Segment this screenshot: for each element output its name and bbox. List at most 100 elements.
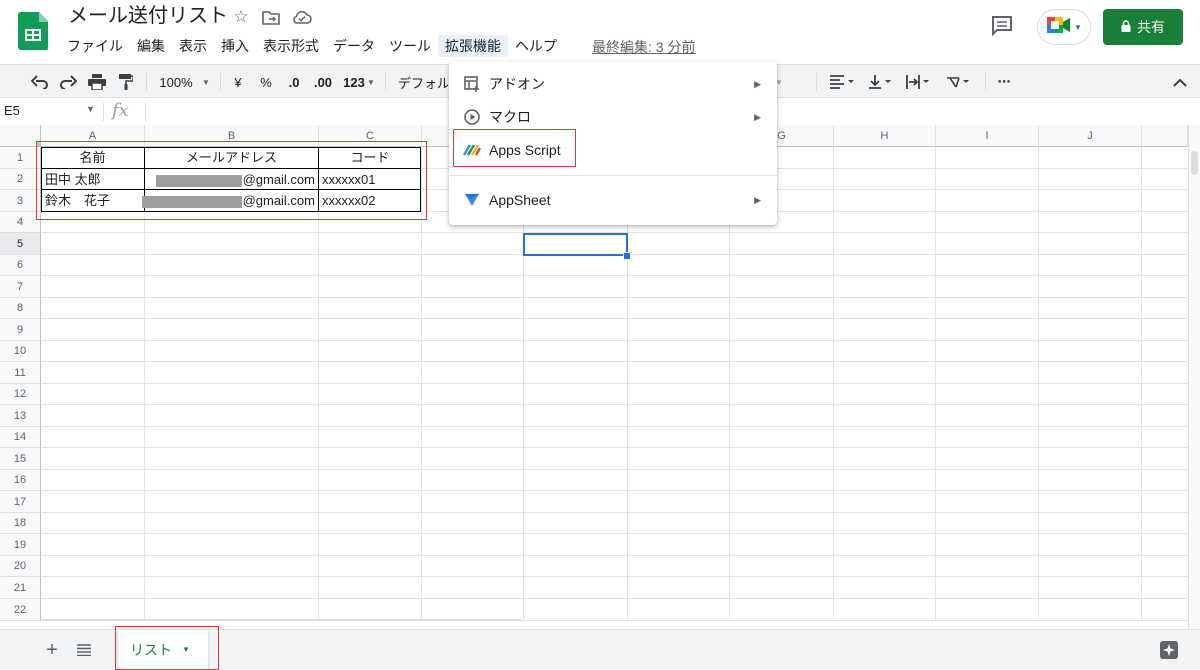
name-box[interactable]: E5 <box>4 103 20 118</box>
cell-C3[interactable]: xxxxxx02 <box>319 190 421 211</box>
column-header[interactable]: A <box>41 125 145 147</box>
redacted-block <box>155 174 242 187</box>
redo-icon[interactable] <box>56 65 80 99</box>
paint-format-icon[interactable] <box>114 65 138 99</box>
menu-file[interactable]: ファイル <box>60 35 130 57</box>
select-all-corner[interactable] <box>0 125 41 147</box>
row-header[interactable]: 16 <box>0 470 41 491</box>
row-header[interactable]: 10 <box>0 341 41 362</box>
undo-icon[interactable] <box>28 65 52 99</box>
chevron-down-icon[interactable]: ▼ <box>86 104 95 114</box>
menu-item-label: アドオン <box>489 76 545 92</box>
cell-A1[interactable]: 名前 <box>41 147 144 168</box>
vertical-scrollbar[interactable] <box>1188 125 1200 629</box>
document-title[interactable]: メール送付リスト <box>68 3 228 29</box>
vertical-align-bottom-icon[interactable] <box>865 65 897 99</box>
selected-cell-E5[interactable] <box>523 233 628 256</box>
align-left-icon[interactable] <box>826 65 858 99</box>
more-options-icon[interactable]: ⋯ <box>992 65 1016 99</box>
row-header[interactable]: 6 <box>0 255 41 276</box>
cell-A3[interactable]: 鈴木 花子 <box>42 190 144 211</box>
menu-insert[interactable]: 挿入 <box>214 35 256 57</box>
sheets-logo-icon[interactable] <box>18 12 49 50</box>
row-header[interactable]: 7 <box>0 276 41 298</box>
chevron-down-icon[interactable]: ▼ <box>182 645 190 654</box>
last-edit-link[interactable]: 最終編集: 3 分前 <box>592 37 695 57</box>
print-icon[interactable] <box>85 65 109 99</box>
row-header[interactable]: 14 <box>0 427 41 448</box>
fill-handle[interactable] <box>623 252 631 260</box>
font-select[interactable]: デフォル <box>398 65 448 99</box>
cell-B3[interactable]: @gmail.com <box>130 190 318 211</box>
appsheet-icon <box>463 191 481 209</box>
row-header[interactable]: 19 <box>0 534 41 556</box>
add-sheet-icon[interactable]: + <box>40 638 64 662</box>
menu-help[interactable]: ヘルプ <box>508 35 564 57</box>
row-header[interactable]: 1 <box>0 147 41 169</box>
row-header[interactable]: 15 <box>0 448 41 470</box>
cell-B2[interactable]: @gmail.com <box>145 169 318 190</box>
row-header[interactable]: 12 <box>0 384 41 405</box>
row-header[interactable]: 9 <box>0 319 41 341</box>
cell-C1[interactable]: コード <box>319 147 421 168</box>
row-header[interactable]: 5 <box>0 233 41 255</box>
menu-view[interactable]: 表示 <box>172 35 214 57</box>
percent-format-button[interactable]: % <box>256 65 276 99</box>
column-header[interactable]: H <box>834 125 936 147</box>
zoom-select[interactable]: 100% <box>158 65 194 99</box>
row-header[interactable]: 20 <box>0 556 41 577</box>
decrease-decimal-button[interactable]: .0 <box>284 65 304 99</box>
column-header[interactable]: B <box>145 125 319 147</box>
chevron-down-icon[interactable]: ▼ <box>366 65 376 99</box>
menu-data[interactable]: データ <box>326 35 382 57</box>
chevron-down-icon[interactable]: ▼ <box>199 65 213 99</box>
menu-extensions[interactable]: 拡張機能 <box>438 35 508 57</box>
menu-tools[interactable]: ツール <box>382 35 438 57</box>
horizontal-scrollbar[interactable] <box>41 619 523 621</box>
sheet-tab-list[interactable]: リスト ▼ <box>118 630 208 669</box>
column-header[interactable]: J <box>1039 125 1142 147</box>
meet-button[interactable]: ▼ <box>1037 9 1091 45</box>
cell-C2[interactable]: xxxxxx01 <box>319 169 421 190</box>
menu-item-macros[interactable]: マクロ ▶ <box>449 101 777 133</box>
column-header[interactable]: C <box>319 125 422 147</box>
all-sheets-icon[interactable] <box>72 638 96 662</box>
row-header[interactable]: 11 <box>0 362 41 384</box>
row-header[interactable]: 8 <box>0 298 41 319</box>
row-header[interactable]: 3 <box>0 190 41 212</box>
menu-bar: ファイル 編集 表示 挿入 表示形式 データ ツール 拡張機能 ヘルプ <box>60 35 564 57</box>
column-header[interactable]: I <box>936 125 1039 147</box>
number-format-select[interactable]: 123 <box>341 65 367 99</box>
row-header[interactable]: 18 <box>0 513 41 534</box>
row-header[interactable]: 17 <box>0 491 41 513</box>
scrollbar-thumb[interactable] <box>1191 151 1198 175</box>
move-folder-icon[interactable] <box>260 6 282 28</box>
currency-format-button[interactable]: ¥ <box>228 65 248 99</box>
row-header[interactable]: 2 <box>0 169 41 190</box>
menu-edit[interactable]: 編集 <box>130 35 172 57</box>
menu-divider <box>449 175 777 176</box>
row-header[interactable]: 4 <box>0 212 41 233</box>
menu-item-apps-script[interactable]: Apps Script <box>449 134 777 166</box>
share-button[interactable]: 共有 <box>1103 9 1183 45</box>
comment-history-icon[interactable] <box>988 12 1016 40</box>
cloud-saved-icon[interactable] <box>291 6 313 28</box>
share-label: 共有 <box>1137 19 1165 35</box>
menu-item-label: AppSheet <box>489 192 551 208</box>
explore-icon[interactable] <box>1158 639 1180 661</box>
menu-item-appsheet[interactable]: AppSheet ▶ <box>449 184 777 216</box>
row-header[interactable]: 21 <box>0 577 41 599</box>
row-header[interactable]: 13 <box>0 405 41 427</box>
star-icon[interactable]: ☆ <box>230 6 252 28</box>
menu-item-addons[interactable]: アドオン ▶ <box>449 68 777 100</box>
increase-decimal-button[interactable]: .00 <box>311 65 335 99</box>
sheet-bar: + リスト ▼ <box>0 626 1200 670</box>
collapse-toolbar-icon[interactable] <box>1168 65 1192 99</box>
text-wrap-icon[interactable] <box>903 65 935 99</box>
row-header[interactable]: 22 <box>0 599 41 621</box>
cell-B1[interactable]: メールアドレス <box>145 147 318 168</box>
column-header[interactable] <box>1142 125 1188 147</box>
menu-format[interactable]: 表示形式 <box>256 35 326 57</box>
text-rotation-icon[interactable] <box>943 65 975 99</box>
cell-A2[interactable]: 田中 太郎 <box>42 169 144 190</box>
